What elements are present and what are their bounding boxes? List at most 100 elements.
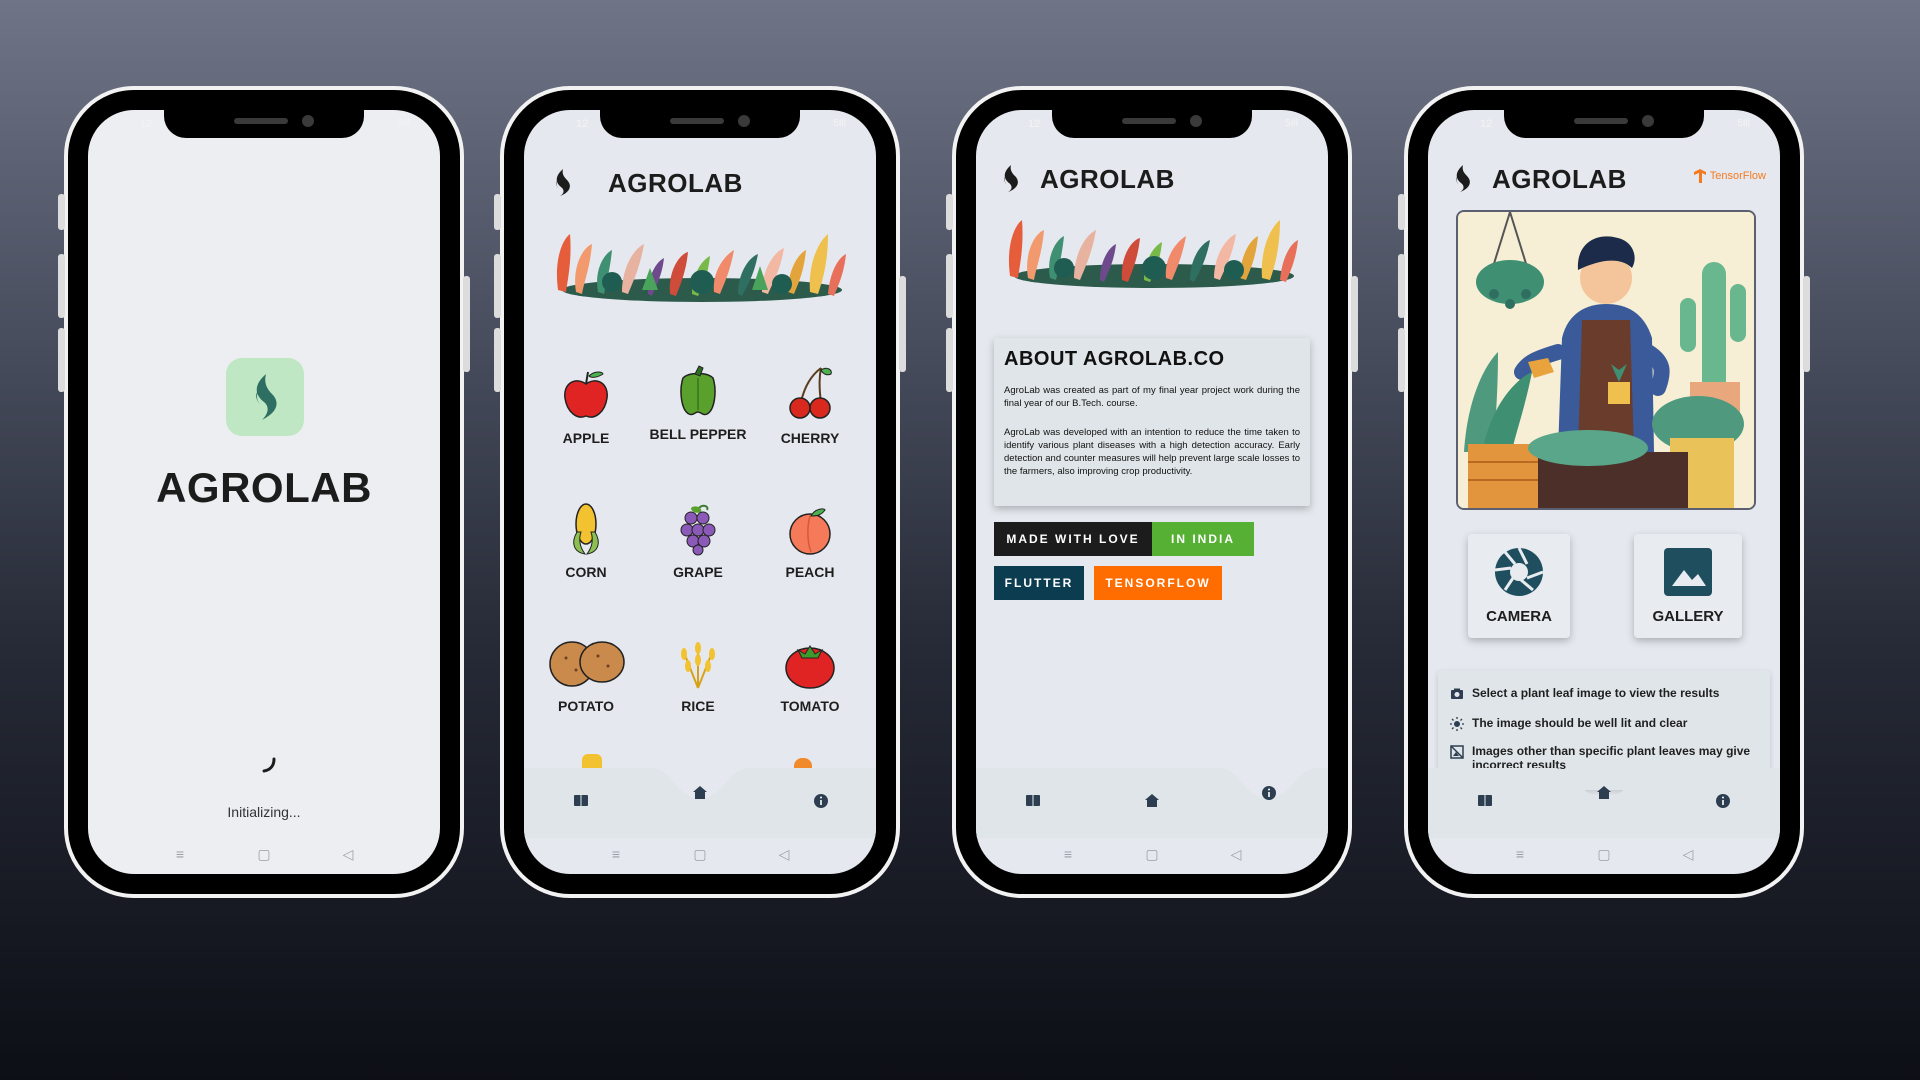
gallery-button[interactable]: GALLERY: [1634, 534, 1742, 638]
phone-detect: 12 5Ill AGROLAB TensorFlow CAMERA GALLER…: [1398, 86, 1810, 898]
camera-label: CAMERA: [1486, 608, 1552, 625]
gallery-image-icon: [1664, 548, 1712, 596]
info-icon[interactable]: [812, 792, 830, 810]
volume-up-button: [58, 254, 65, 318]
tip-text: Select a plant leaf image to view the re…: [1472, 686, 1720, 700]
crop-label: POTATO: [558, 698, 614, 714]
about-paragraph-1: AgroLab was created as part of my final …: [1004, 385, 1300, 409]
power-button: [463, 276, 470, 372]
status-indicators: 5Ill: [1285, 118, 1298, 129]
tip-item: Select a plant leaf image to view the re…: [1450, 686, 1762, 701]
badge-in-india: IN INDIA: [1152, 522, 1254, 556]
volume-down-button: [494, 328, 501, 392]
volume-down-button: [946, 328, 953, 392]
book-icon[interactable]: [572, 792, 590, 810]
menu-nav-icon[interactable]: ≡: [1510, 846, 1530, 862]
splash-title: AGROLAB: [156, 464, 372, 511]
crop-label: CORN: [565, 564, 607, 580]
system-nav-bar: ≡ ▢ ◁: [524, 834, 876, 874]
bell-pepper-icon: [680, 365, 716, 416]
foliage-banner: [1008, 220, 1298, 288]
book-icon[interactable]: [1476, 792, 1494, 810]
back-nav-icon[interactable]: ◁: [774, 846, 794, 863]
notch: [600, 110, 800, 138]
gallery-label: GALLERY: [1652, 608, 1724, 625]
menu-nav-icon[interactable]: ≡: [170, 846, 190, 862]
power-button: [1351, 276, 1358, 372]
tip-text: The image should be well lit and clear: [1472, 716, 1688, 730]
volume-down-button: [1398, 328, 1405, 392]
camera-aperture-icon: [1494, 547, 1544, 596]
crop-tomato[interactable]: TOMATO: [760, 636, 860, 716]
volume-up-button: [494, 254, 501, 318]
app-logo: [226, 358, 304, 436]
info-icon[interactable]: [1260, 784, 1278, 802]
crop-peach[interactable]: PEACH: [760, 502, 860, 582]
camera-icon: [1451, 688, 1463, 699]
status-time: 12: [1480, 118, 1493, 130]
crop-label: GRAPE: [673, 564, 723, 580]
notch: [164, 110, 364, 138]
home-nav-icon[interactable]: ▢: [1142, 846, 1162, 863]
home-icon[interactable]: [691, 784, 709, 802]
badge-flutter: FLUTTER: [994, 566, 1084, 600]
back-nav-icon[interactable]: ◁: [1226, 846, 1246, 863]
status-indicators: 5Ill: [833, 118, 846, 129]
crop-potato[interactable]: POTATO: [536, 636, 636, 716]
app-bar: AGROLAB TensorFlow: [1428, 158, 1780, 198]
back-nav-icon[interactable]: ◁: [338, 846, 358, 863]
gardener-illustration: [1456, 210, 1756, 510]
flame-leaf-icon: [1004, 165, 1018, 192]
crop-bell-pepper[interactable]: BELL PEPPER: [648, 364, 748, 444]
tensorflow-label: TensorFlow: [1709, 170, 1766, 182]
camera-button[interactable]: CAMERA: [1468, 534, 1570, 638]
apple-icon: [564, 371, 608, 418]
loading-spinner: [262, 757, 276, 773]
app-bar: AGROLAB: [524, 162, 876, 202]
system-nav-bar: ≡ ▢ ◁: [976, 834, 1328, 874]
mute-switch: [1398, 194, 1405, 230]
no-image-icon: [1450, 745, 1464, 759]
flame-leaf-icon: [256, 374, 277, 420]
info-icon[interactable]: [1714, 792, 1732, 810]
menu-nav-icon[interactable]: ≡: [1058, 846, 1078, 862]
volume-down-button: [58, 328, 65, 392]
mute-switch: [494, 194, 501, 230]
about-paragraph-2: AgroLab was developed with an intention …: [1004, 427, 1300, 477]
about-card: ABOUT AGROLAB.CO AgroLab was created as …: [994, 338, 1310, 506]
corn-icon: [573, 503, 599, 555]
crop-label: PEACH: [785, 564, 835, 580]
potato-icon: [549, 641, 625, 687]
crop-label: CHERRY: [780, 430, 840, 446]
crop-row-partial: [582, 754, 602, 768]
flame-leaf-icon: [1456, 165, 1470, 192]
menu-nav-icon[interactable]: ≡: [606, 846, 626, 862]
home-nav-icon[interactable]: ▢: [1594, 846, 1614, 863]
phone-about: 12 5Ill AGROLAB ABOUT AGROLAB.CO AgroLab…: [946, 86, 1358, 898]
gardener-illustration-art: [1458, 212, 1754, 508]
power-button: [899, 276, 906, 372]
foliage-banner: [556, 234, 846, 302]
cherry-icon: [789, 367, 832, 419]
badge-tensorflow: TENSORFLOW: [1094, 566, 1222, 600]
tensorflow-logo: TensorFlow: [1692, 168, 1766, 184]
book-icon[interactable]: [1024, 792, 1042, 810]
detect-screen: 12 5Ill AGROLAB TensorFlow CAMERA GALLER…: [1428, 110, 1780, 874]
tensorflow-icon: [1693, 169, 1706, 183]
crop-rice[interactable]: RICE: [648, 636, 748, 716]
crop-grape[interactable]: GRAPE: [648, 502, 748, 582]
crop-cherry[interactable]: CHERRY: [760, 364, 860, 448]
home-icon[interactable]: [1595, 784, 1613, 802]
crop-apple[interactable]: APPLE: [536, 368, 636, 448]
home-icon[interactable]: [1143, 792, 1161, 810]
volume-up-button: [946, 254, 953, 318]
app-title: AGROLAB: [1492, 164, 1627, 194]
home-nav-icon[interactable]: ▢: [254, 846, 274, 863]
phone-splash: 12 5Ill AGROLAB Initializing... ≡ ▢ ◁: [58, 86, 470, 898]
volume-up-button: [1398, 254, 1405, 318]
crop-corn[interactable]: CORN: [536, 502, 636, 582]
home-nav-icon[interactable]: ▢: [690, 846, 710, 863]
mute-switch: [58, 194, 65, 230]
back-nav-icon[interactable]: ◁: [1678, 846, 1698, 863]
splash-screen: 12 5Ill AGROLAB Initializing... ≡ ▢ ◁: [88, 110, 440, 874]
